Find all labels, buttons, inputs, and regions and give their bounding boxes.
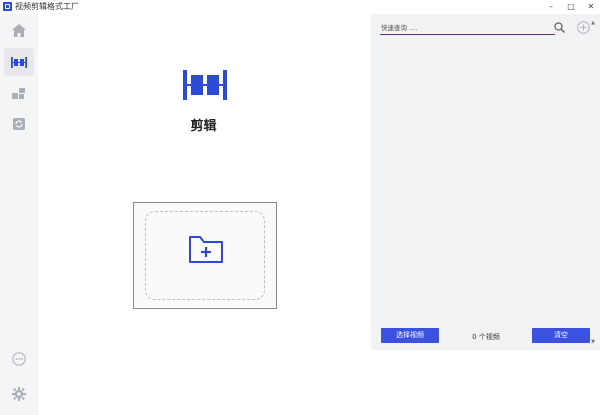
more-icon bbox=[12, 352, 26, 366]
home-icon bbox=[12, 23, 26, 37]
panel-footer: 选择视频 0 个视频 清空 bbox=[371, 328, 600, 350]
dropzone-dashed-border bbox=[145, 211, 265, 300]
select-video-button[interactable]: 选择视频 bbox=[381, 328, 439, 343]
search-input[interactable] bbox=[380, 21, 555, 35]
minimize-button[interactable]: – bbox=[542, 0, 560, 14]
clear-button[interactable]: 清空 bbox=[532, 328, 590, 343]
video-count: 0 个视频 bbox=[472, 333, 500, 341]
sidebar-item-merge[interactable] bbox=[4, 80, 34, 108]
video-list-panel bbox=[371, 14, 600, 350]
video-dropzone[interactable] bbox=[133, 202, 277, 309]
add-icon[interactable] bbox=[577, 21, 590, 34]
feature-clip-icon bbox=[183, 70, 227, 100]
scroll-up-icon[interactable]: ▲ bbox=[590, 20, 596, 26]
blocks-icon bbox=[12, 88, 25, 99]
sidebar-item-convert[interactable] bbox=[4, 110, 34, 138]
settings-button[interactable] bbox=[4, 380, 34, 408]
sidebar bbox=[0, 14, 38, 415]
search-icon[interactable] bbox=[554, 22, 565, 33]
panel-scrollbar[interactable]: ▲ ▼ bbox=[590, 20, 596, 345]
gear-icon bbox=[12, 387, 26, 401]
sidebar-item-clip[interactable] bbox=[4, 48, 34, 76]
clip-icon bbox=[11, 56, 27, 68]
feature-label: 剪辑 bbox=[190, 119, 217, 134]
more-button[interactable] bbox=[4, 345, 34, 373]
app-logo-icon bbox=[3, 2, 12, 11]
close-button[interactable]: ✕ bbox=[582, 0, 600, 14]
sidebar-item-home[interactable] bbox=[4, 16, 34, 44]
main-area: 剪辑 bbox=[38, 14, 369, 415]
title-bar: 视频剪辑格式工厂 – □ ✕ bbox=[0, 0, 600, 14]
convert-icon bbox=[13, 118, 25, 130]
folder-add-icon bbox=[189, 236, 223, 263]
maximize-button[interactable]: □ bbox=[562, 0, 580, 14]
window-title: 视频剪辑格式工厂 bbox=[15, 2, 79, 11]
